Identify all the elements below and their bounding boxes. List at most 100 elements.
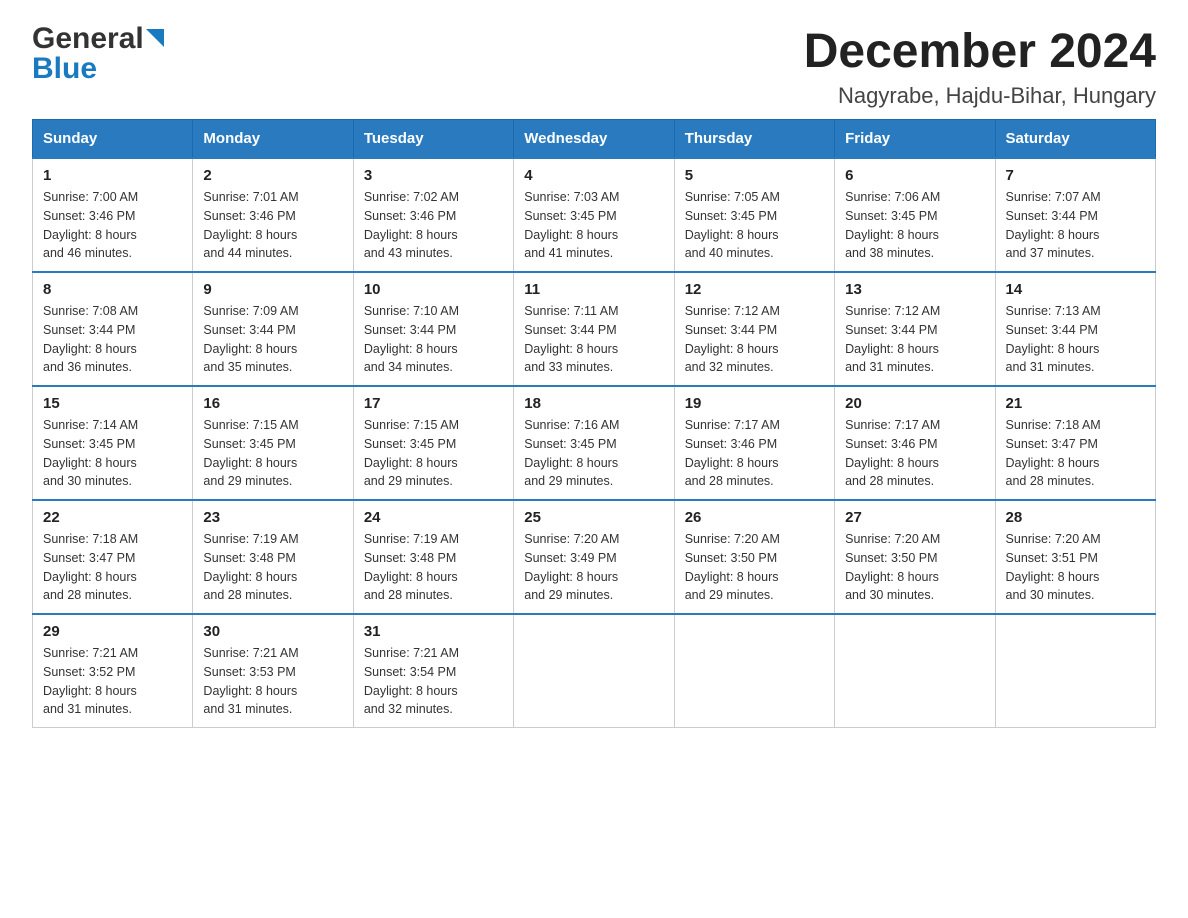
calendar-cell: 13Sunrise: 7:12 AMSunset: 3:44 PMDayligh…: [835, 272, 995, 386]
day-info: Sunrise: 7:17 AMSunset: 3:46 PMDaylight:…: [845, 416, 984, 491]
day-info: Sunrise: 7:18 AMSunset: 3:47 PMDaylight:…: [1006, 416, 1145, 491]
calendar-cell: 30Sunrise: 7:21 AMSunset: 3:53 PMDayligh…: [193, 614, 353, 728]
day-number: 5: [685, 167, 824, 184]
day-info: Sunrise: 7:00 AMSunset: 3:46 PMDaylight:…: [43, 188, 182, 263]
calendar-cell: 10 Sunrise: 7:10 AMSunset: 3:44 PMDayligh…: [353, 272, 513, 386]
day-number: 15: [43, 395, 182, 412]
title-block: December 2024 Nagyrabe, Hajdu-Bihar, Hun…: [804, 24, 1156, 109]
day-number: 18: [524, 395, 663, 412]
calendar-cell: 8 Sunrise: 7:08 AMSunset: 3:44 PMDaylight…: [33, 272, 193, 386]
calendar-week-row: 1 Sunrise: 7:00 AMSunset: 3:46 PMDaylight…: [33, 158, 1156, 272]
header: General Blue December 2024 Nagyrabe, Haj…: [32, 24, 1156, 109]
calendar-cell: 15 Sunrise: 7:14 AMSunset: 3:45 PMDayligh…: [33, 386, 193, 500]
calendar-cell: [995, 614, 1155, 728]
day-info: Sunrise: 7:08 AMSunset: 3:44 PMDaylight:…: [43, 302, 182, 377]
day-number: 4: [524, 167, 663, 184]
day-info: Sunrise: 7:15 AMSunset: 3:45 PMDaylight:…: [203, 416, 342, 491]
day-info: Sunrise: 7:19 AMSunset: 3:48 PMDaylight:…: [364, 530, 503, 605]
day-number: 29: [43, 623, 182, 640]
calendar-cell: 3 Sunrise: 7:02 AMSunset: 3:46 PMDaylight…: [353, 158, 513, 272]
calendar-cell: 16 Sunrise: 7:15 AMSunset: 3:45 PMDayligh…: [193, 386, 353, 500]
day-info: Sunrise: 7:12 AMSunset: 3:44 PMDaylight:…: [685, 302, 824, 377]
calendar-header-friday: Friday: [835, 120, 995, 159]
day-info: Sunrise: 7:14 AMSunset: 3:45 PMDaylight:…: [43, 416, 182, 491]
calendar-cell: 1 Sunrise: 7:00 AMSunset: 3:46 PMDaylight…: [33, 158, 193, 272]
calendar-week-row: 15 Sunrise: 7:14 AMSunset: 3:45 PMDayligh…: [33, 386, 1156, 500]
calendar-header-sunday: Sunday: [33, 120, 193, 159]
calendar-header-wednesday: Wednesday: [514, 120, 674, 159]
day-info: Sunrise: 7:06 AMSunset: 3:45 PMDaylight:…: [845, 188, 984, 263]
calendar-week-row: 22 Sunrise: 7:18 AMSunset: 3:47 PMDayligh…: [33, 500, 1156, 614]
day-info: Sunrise: 7:16 AMSunset: 3:45 PMDaylight:…: [524, 416, 663, 491]
calendar-cell: 28 Sunrise: 7:20 AMSunset: 3:51 PMDayligh…: [995, 500, 1155, 614]
day-info: Sunrise: 7:10 AMSunset: 3:44 PMDaylight:…: [364, 302, 503, 377]
calendar-cell: 7Sunrise: 7:07 AMSunset: 3:44 PMDaylight…: [995, 158, 1155, 272]
day-info: Sunrise: 7:02 AMSunset: 3:46 PMDaylight:…: [364, 188, 503, 263]
day-number: 21: [1006, 395, 1145, 412]
day-number: 16: [203, 395, 342, 412]
day-number: 23: [203, 509, 342, 526]
day-number: 28: [1006, 509, 1145, 526]
calendar-header-row: SundayMondayTuesdayWednesdayThursdayFrid…: [33, 120, 1156, 159]
day-info: Sunrise: 7:21 AMSunset: 3:54 PMDaylight:…: [364, 644, 503, 719]
day-number: 9: [203, 281, 342, 298]
calendar-cell: 5 Sunrise: 7:05 AMSunset: 3:45 PMDaylight…: [674, 158, 834, 272]
calendar-cell: 26Sunrise: 7:20 AMSunset: 3:50 PMDayligh…: [674, 500, 834, 614]
day-number: 24: [364, 509, 503, 526]
day-info: Sunrise: 7:20 AMSunset: 3:49 PMDaylight:…: [524, 530, 663, 605]
calendar-cell: 6 Sunrise: 7:06 AMSunset: 3:45 PMDaylight…: [835, 158, 995, 272]
calendar-cell: 27Sunrise: 7:20 AMSunset: 3:50 PMDayligh…: [835, 500, 995, 614]
calendar-cell: 17 Sunrise: 7:15 AMSunset: 3:45 PMDayligh…: [353, 386, 513, 500]
day-info: Sunrise: 7:01 AMSunset: 3:46 PMDaylight:…: [203, 188, 342, 263]
day-number: 19: [685, 395, 824, 412]
day-number: 12: [685, 281, 824, 298]
day-info: Sunrise: 7:05 AMSunset: 3:45 PMDaylight:…: [685, 188, 824, 263]
day-number: 17: [364, 395, 503, 412]
day-info: Sunrise: 7:11 AMSunset: 3:44 PMDaylight:…: [524, 302, 663, 377]
day-number: 14: [1006, 281, 1145, 298]
logo-arrow-icon: [146, 29, 164, 47]
calendar-cell: 22 Sunrise: 7:18 AMSunset: 3:47 PMDayligh…: [33, 500, 193, 614]
day-info: Sunrise: 7:21 AMSunset: 3:52 PMDaylight:…: [43, 644, 182, 719]
day-number: 22: [43, 509, 182, 526]
day-info: Sunrise: 7:20 AMSunset: 3:50 PMDaylight:…: [845, 530, 984, 605]
day-number: 26: [685, 509, 824, 526]
calendar-cell: 11Sunrise: 7:11 AMSunset: 3:44 PMDayligh…: [514, 272, 674, 386]
calendar-cell: 19 Sunrise: 7:17 AMSunset: 3:46 PMDayligh…: [674, 386, 834, 500]
day-info: Sunrise: 7:13 AMSunset: 3:44 PMDaylight:…: [1006, 302, 1145, 377]
calendar-cell: 18 Sunrise: 7:16 AMSunset: 3:45 PMDayligh…: [514, 386, 674, 500]
logo-general-text: General: [32, 24, 144, 54]
day-number: 1: [43, 167, 182, 184]
day-number: 8: [43, 281, 182, 298]
day-info: Sunrise: 7:07 AMSunset: 3:44 PMDaylight:…: [1006, 188, 1145, 263]
calendar-cell: 12 Sunrise: 7:12 AMSunset: 3:44 PMDayligh…: [674, 272, 834, 386]
day-number: 3: [364, 167, 503, 184]
calendar-cell: 23Sunrise: 7:19 AMSunset: 3:48 PMDayligh…: [193, 500, 353, 614]
calendar-header-thursday: Thursday: [674, 120, 834, 159]
logo-blue-text: Blue: [32, 54, 97, 84]
calendar-week-row: 8 Sunrise: 7:08 AMSunset: 3:44 PMDaylight…: [33, 272, 1156, 386]
calendar-cell: 2Sunrise: 7:01 AMSunset: 3:46 PMDaylight…: [193, 158, 353, 272]
calendar-header-saturday: Saturday: [995, 120, 1155, 159]
day-info: Sunrise: 7:15 AMSunset: 3:45 PMDaylight:…: [364, 416, 503, 491]
day-number: 6: [845, 167, 984, 184]
page-subtitle: Nagyrabe, Hajdu-Bihar, Hungary: [804, 83, 1156, 109]
page-title: December 2024: [804, 24, 1156, 79]
day-number: 20: [845, 395, 984, 412]
calendar-cell: 20 Sunrise: 7:17 AMSunset: 3:46 PMDayligh…: [835, 386, 995, 500]
calendar-cell: 14 Sunrise: 7:13 AMSunset: 3:44 PMDayligh…: [995, 272, 1155, 386]
day-info: Sunrise: 7:17 AMSunset: 3:46 PMDaylight:…: [685, 416, 824, 491]
day-info: Sunrise: 7:03 AMSunset: 3:45 PMDaylight:…: [524, 188, 663, 263]
calendar-cell: 24 Sunrise: 7:19 AMSunset: 3:48 PMDayligh…: [353, 500, 513, 614]
logo: General Blue: [32, 24, 164, 84]
day-info: Sunrise: 7:20 AMSunset: 3:51 PMDaylight:…: [1006, 530, 1145, 605]
day-number: 10: [364, 281, 503, 298]
calendar-cell: 25Sunrise: 7:20 AMSunset: 3:49 PMDayligh…: [514, 500, 674, 614]
day-info: Sunrise: 7:18 AMSunset: 3:47 PMDaylight:…: [43, 530, 182, 605]
calendar-cell: [514, 614, 674, 728]
calendar-week-row: 29 Sunrise: 7:21 AMSunset: 3:52 PMDayligh…: [33, 614, 1156, 728]
calendar-cell: 21 Sunrise: 7:18 AMSunset: 3:47 PMDayligh…: [995, 386, 1155, 500]
day-info: Sunrise: 7:12 AMSunset: 3:44 PMDaylight:…: [845, 302, 984, 377]
calendar-cell: 4 Sunrise: 7:03 AMSunset: 3:45 PMDaylight…: [514, 158, 674, 272]
calendar-cell: [835, 614, 995, 728]
